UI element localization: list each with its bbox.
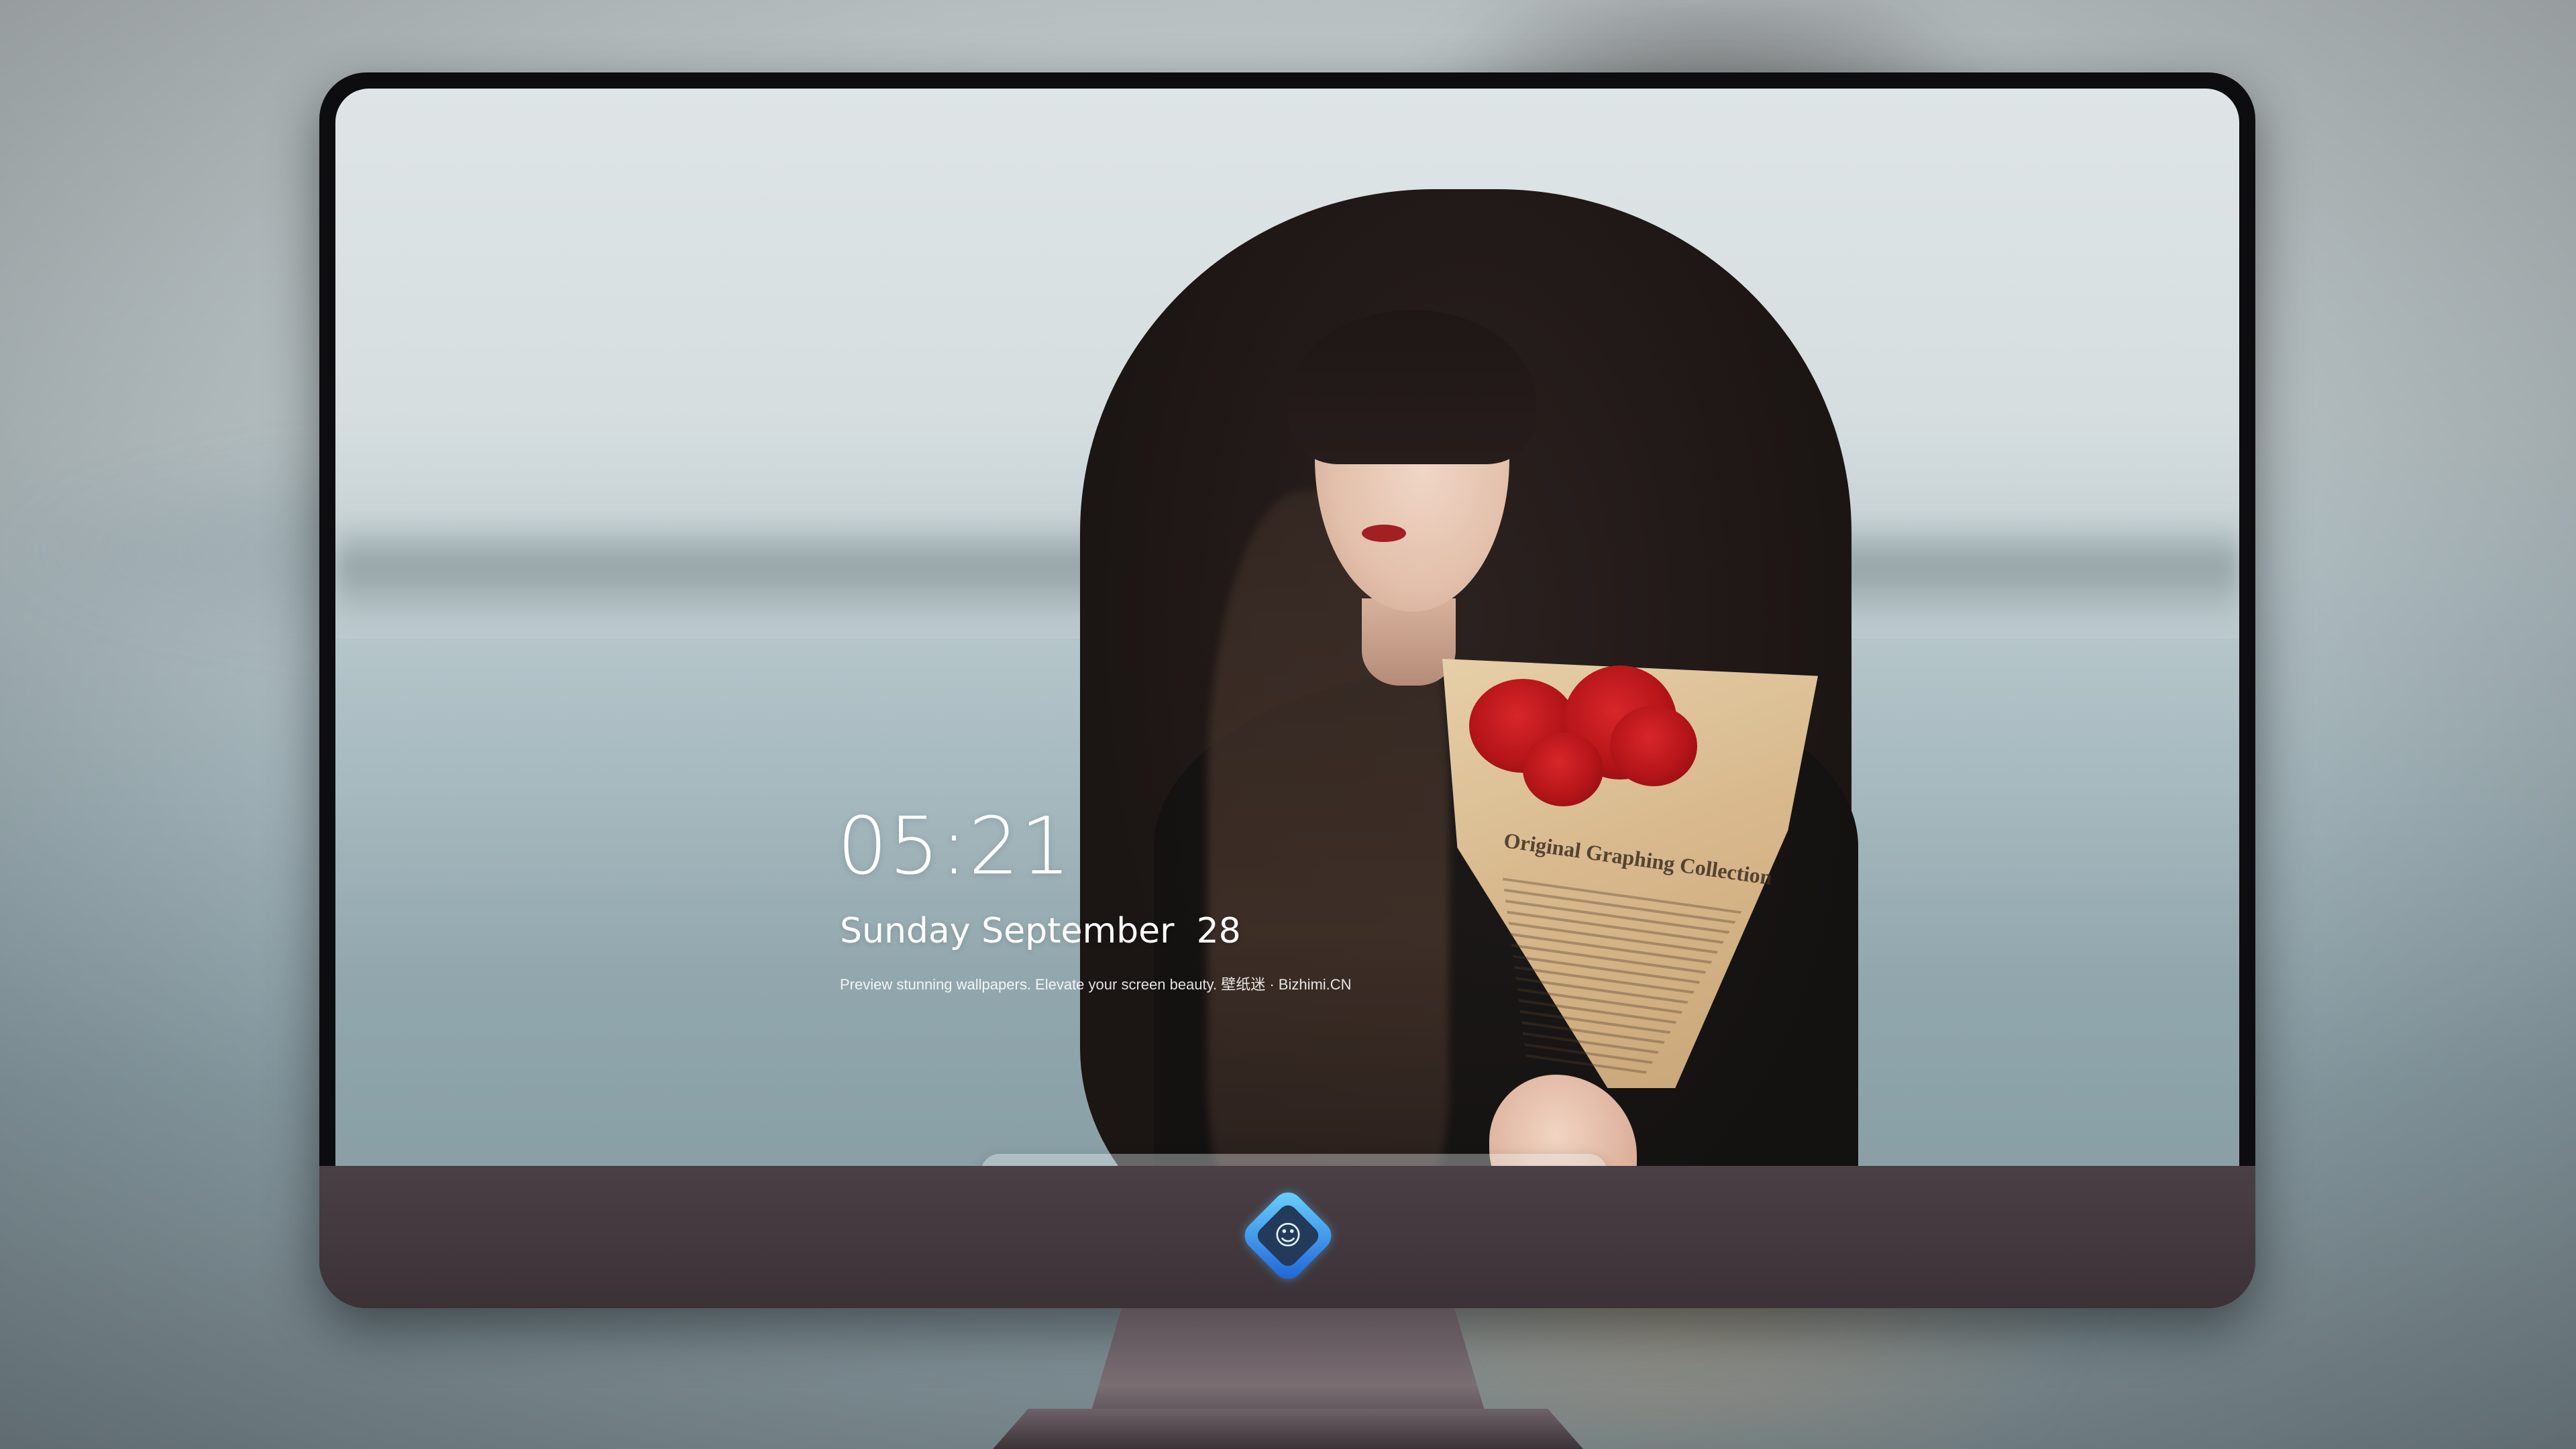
desktop-mockup: Original Graphing Collection 05:21 Sunda… [0,0,2576,1449]
mascot-icon: ☺ [1274,1220,1302,1251]
lockscreen-tagline: Preview stunning wallpapers. Elevate you… [840,976,1352,993]
rose [1610,706,1697,786]
lockscreen-time: 05:21 [837,800,1073,892]
rose [1523,733,1603,806]
monitor-bezel: Original Graphing Collection 05:21 Sunda… [319,72,2255,1308]
lockscreen-date: Sunday September 28 [840,911,1241,951]
monitor-screen: Original Graphing Collection 05:21 Sunda… [335,89,2239,1229]
wallpaper-lips [1362,525,1406,542]
monitor-stand-base [993,1409,1583,1449]
